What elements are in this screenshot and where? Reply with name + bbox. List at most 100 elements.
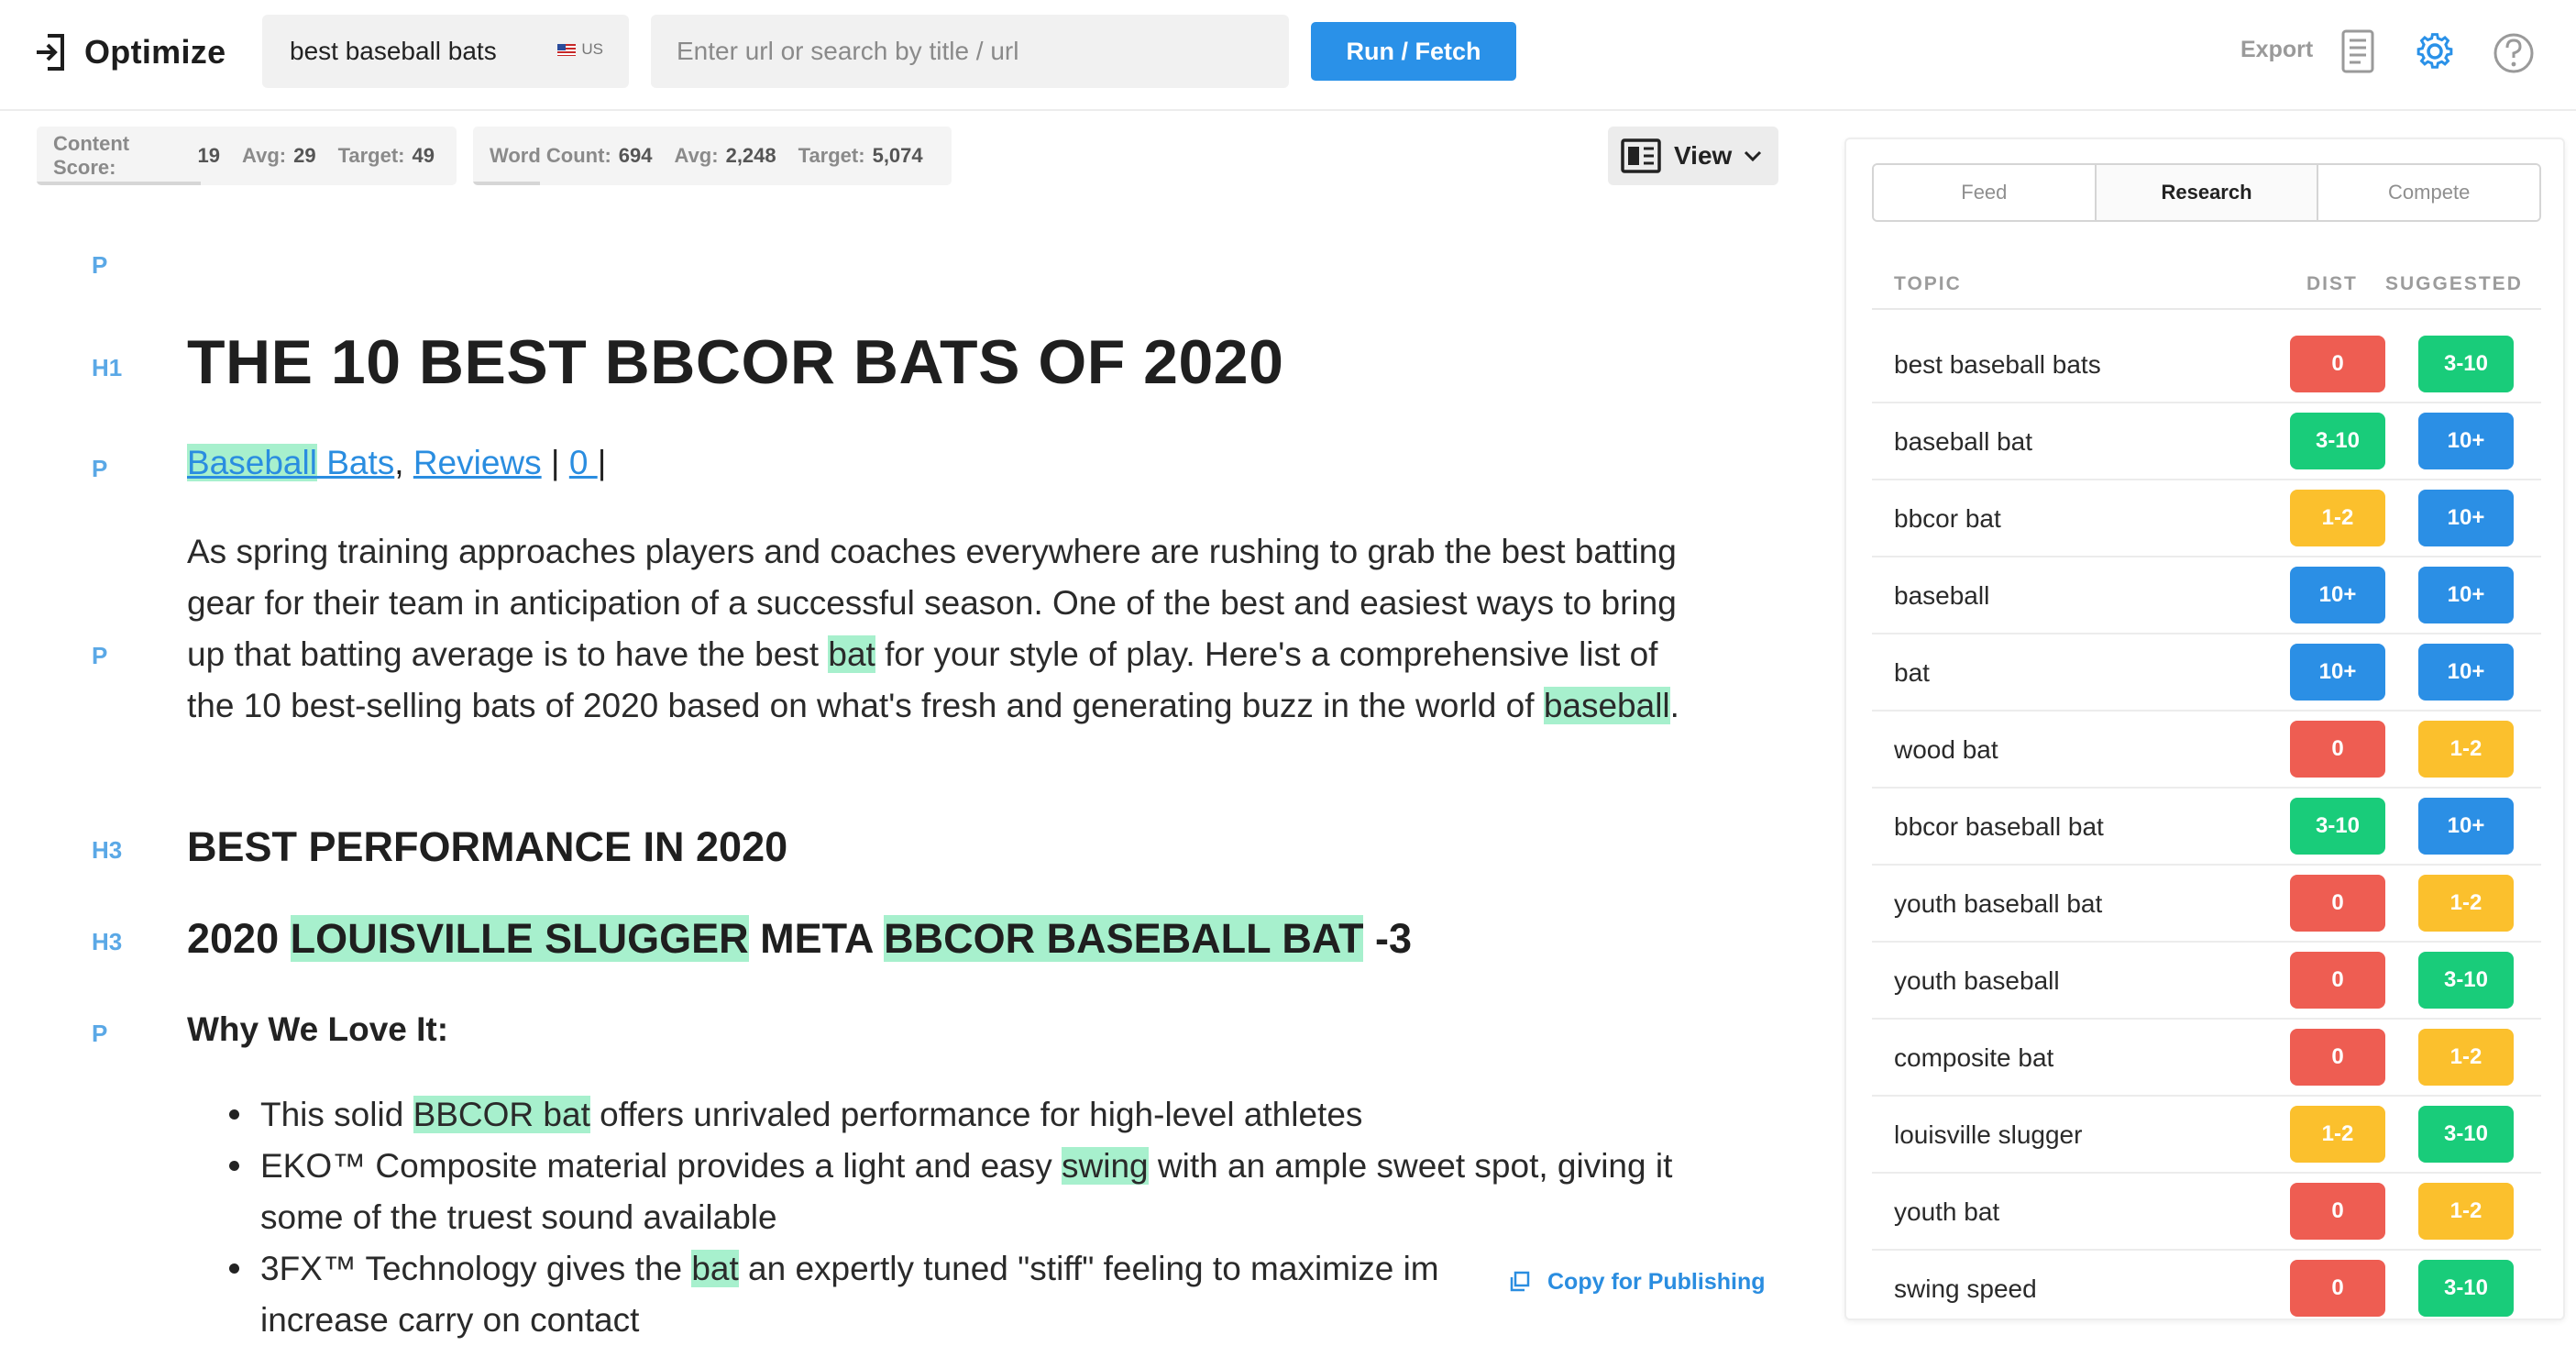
- word-count-value: 694: [618, 144, 653, 167]
- topic-label: youth baseball: [1894, 966, 2060, 995]
- item-text: 3FX™ Technology gives the: [260, 1250, 692, 1287]
- content-target-label: Target:: [337, 144, 405, 167]
- dist-badge: 1-2: [2290, 1106, 2385, 1163]
- table-row[interactable]: louisville slugger 1-2 3-10: [1872, 1097, 2541, 1174]
- table-row[interactable]: youth bat 0 1-2: [1872, 1174, 2541, 1251]
- table-row[interactable]: bbcor bat 1-2 10+: [1872, 480, 2541, 557]
- category-link-reviews[interactable]: Reviews: [413, 444, 542, 481]
- content-avg-value: 29: [293, 144, 316, 167]
- top-bar: Optimize best baseball bats US Run / Fet…: [0, 0, 2576, 111]
- question-circle-icon[interactable]: [2492, 28, 2536, 75]
- content-target-value: 49: [412, 144, 435, 167]
- table-row[interactable]: bbcor baseball bat 3-10 10+: [1872, 789, 2541, 866]
- block-tag-p: P: [92, 251, 108, 279]
- topic-label: youth baseball bat: [1894, 889, 2103, 918]
- word-count-label: Word Count:: [490, 144, 611, 167]
- suggested-badge: 10+: [2418, 644, 2514, 701]
- tab-research[interactable]: Research: [2096, 165, 2319, 220]
- dist-badge: 0: [2290, 875, 2385, 932]
- tab-compete[interactable]: Compete: [2318, 165, 2539, 220]
- dist-badge: 10+: [2290, 567, 2385, 623]
- keyword-highlight: BBCOR BASEBALL BAT: [884, 915, 1364, 962]
- table-row[interactable]: baseball 10+ 10+: [1872, 557, 2541, 634]
- table-row[interactable]: wood bat 0 1-2: [1872, 712, 2541, 789]
- category-link-baseball-bats[interactable]: Baseball Bats: [187, 444, 394, 481]
- table-row[interactable]: bat 10+ 10+: [1872, 634, 2541, 712]
- run-fetch-button[interactable]: Run / Fetch: [1311, 22, 1516, 81]
- suggested-badge: 3-10: [2418, 1106, 2514, 1163]
- url-search-input[interactable]: [651, 15, 1289, 88]
- heading-text: 2020: [187, 915, 291, 962]
- item-text: an expertly tuned "stiff" feeling to max…: [738, 1250, 1439, 1287]
- content-score-progress: [37, 182, 201, 185]
- view-label: View: [1674, 141, 1733, 170]
- suggested-badge: 1-2: [2418, 1029, 2514, 1086]
- keyword-highlight: BBCOR bat: [413, 1096, 590, 1133]
- content-score-label: Content Score:: [53, 132, 130, 179]
- export-button[interactable]: Export: [2240, 37, 2313, 63]
- dist-badge: 1-2: [2290, 490, 2385, 546]
- us-flag-icon: [557, 43, 577, 56]
- word-target-value: 5,074: [872, 144, 923, 167]
- block-tag-h3: H3: [92, 928, 123, 955]
- column-topic: TOPIC: [1894, 273, 1962, 294]
- exit-bracket-icon: [37, 34, 64, 71]
- product-heading[interactable]: 2020 LOUISVILLE SLUGGER META BBCOR BASEB…: [187, 915, 1412, 963]
- meta-separator: |: [597, 444, 607, 481]
- keyword-highlight: baseball: [1543, 687, 1670, 724]
- item-text: This solid: [260, 1096, 413, 1133]
- item-text: offers unrivaled performance for high-le…: [589, 1096, 1363, 1133]
- chevron-down-icon: [1745, 150, 1762, 162]
- gear-icon[interactable]: [2413, 28, 2457, 75]
- table-row[interactable]: swing speed 0 3-10: [1872, 1251, 2541, 1318]
- table-row[interactable]: composite bat 0 1-2: [1872, 1020, 2541, 1097]
- view-dropdown[interactable]: View: [1608, 127, 1778, 185]
- suggested-badge: 10+: [2418, 567, 2514, 623]
- keyword-highlight: bat: [691, 1250, 739, 1287]
- heading-text: -3: [1363, 915, 1412, 962]
- country-code: US: [581, 40, 603, 58]
- article-title[interactable]: THE 10 BEST BBCOR BATS OF 2020: [187, 326, 1283, 398]
- topic-label: bbcor bat: [1894, 504, 2001, 533]
- copy-for-publishing-button[interactable]: Copy for Publishing: [1489, 1256, 1791, 1307]
- block-tag-h1: H1: [92, 354, 123, 381]
- meta-separator: |: [541, 444, 569, 481]
- keyword-highlight: swing: [1062, 1147, 1149, 1185]
- suggested-badge: 1-2: [2418, 875, 2514, 932]
- tab-feed[interactable]: Feed: [1874, 165, 2097, 220]
- keyword-highlight: Baseball: [187, 444, 317, 481]
- app-title: Optimize: [84, 33, 226, 71]
- table-row[interactable]: youth baseball bat 0 1-2: [1872, 866, 2541, 943]
- column-suggested: SUGGESTED: [2385, 273, 2523, 294]
- section-heading[interactable]: BEST PERFORMANCE IN 2020: [187, 823, 787, 871]
- app-logo[interactable]: Optimize: [35, 29, 226, 75]
- panel-tabs: Feed Research Compete: [1872, 163, 2541, 222]
- list-item[interactable]: EKO™ Composite material provides a light…: [229, 1141, 1764, 1243]
- column-dist: DIST: [2306, 273, 2358, 294]
- document-icon[interactable]: [2336, 28, 2380, 75]
- block-tag-h3: H3: [92, 836, 123, 864]
- keyword-field[interactable]: best baseball bats US: [262, 15, 629, 88]
- suggested-badge: 1-2: [2418, 1183, 2514, 1240]
- table-row[interactable]: baseball bat 3-10 10+: [1872, 403, 2541, 480]
- dist-badge: 3-10: [2290, 413, 2385, 469]
- topic-research-panel: Feed Research Compete TOPIC DIST SUGGEST…: [1844, 138, 2565, 1320]
- table-row[interactable]: youth baseball 0 3-10: [1872, 943, 2541, 1020]
- why-we-love-it-label[interactable]: Why We Love It:: [187, 1010, 448, 1049]
- comments-link[interactable]: 0: [569, 444, 598, 481]
- block-tag-p: P: [92, 455, 108, 482]
- suggested-badge: 10+: [2418, 413, 2514, 469]
- topic-label: wood bat: [1894, 735, 1998, 764]
- table-row[interactable]: best baseball bats 0 3-10: [1872, 326, 2541, 403]
- country-selector[interactable]: US: [557, 40, 603, 59]
- topic-label: composite bat: [1894, 1043, 2054, 1072]
- topic-label: best baseball bats: [1894, 350, 2101, 379]
- table-header: TOPIC DIST SUGGESTED: [1872, 259, 2541, 310]
- topic-label: louisville slugger: [1894, 1120, 2083, 1149]
- word-avg-label: Avg:: [674, 144, 719, 167]
- list-item[interactable]: This solid BBCOR bat offers unrivaled pe…: [229, 1089, 1764, 1141]
- keyword-highlight: bat: [828, 635, 875, 673]
- intro-paragraph[interactable]: As spring training approaches players an…: [187, 526, 1690, 732]
- link-text: Bats: [316, 444, 395, 481]
- keyword-highlight: LOUISVILLE SLUGGER: [290, 915, 749, 962]
